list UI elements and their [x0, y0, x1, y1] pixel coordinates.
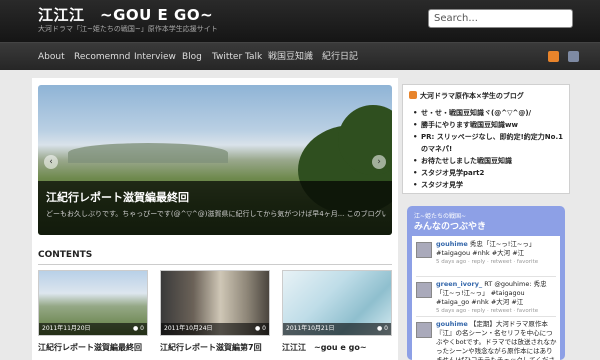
- post-card[interactable]: 2011年11月20日 ● 0 江紀行レポート滋賀編最終回: [38, 270, 148, 353]
- search-input[interactable]: Search...: [428, 9, 573, 28]
- slider-prev-button[interactable]: ‹: [44, 155, 58, 169]
- blog-post-link[interactable]: 勝手にやります戦国豆知識ww: [413, 119, 565, 131]
- featured-slider[interactable]: ‹ › 江紀行レポート滋賀編最終回 どーもお久しぶりです。ちゃっぴーです(@^▽…: [38, 85, 392, 235]
- tweet-feed: gouhime 秀忠「江~っ!江~っ」#taigagou #nhk #大河 #江…: [412, 236, 560, 360]
- blog-post-link[interactable]: PR: スリッページなし、即約定!約定力No.1のマネパ!: [413, 131, 565, 155]
- tweet: gouhime 秀忠「江~っ!江~っ」#taigagou #nhk #大河 #江…: [416, 240, 558, 265]
- post-thumbnail[interactable]: 2011年10月24日 ● 0: [160, 270, 270, 336]
- divider: [416, 316, 556, 317]
- blog-post-link[interactable]: お待たせしました戦国豆知識: [413, 155, 565, 167]
- post-title[interactable]: 江江江 ~gou e go~: [282, 342, 392, 353]
- main-nav: About Recomemnd Interview Blog Twitter T…: [0, 42, 600, 70]
- tweet-text: green_ivory_ RT @gouhime: 秀忠「江~っ!江~っ」 #t…: [436, 280, 547, 306]
- slide-title[interactable]: 江紀行レポート滋賀編最終回: [46, 189, 189, 205]
- widget-title[interactable]: 大河ドラマ原作本×学生のブログ: [409, 91, 524, 101]
- hill-shape: [68, 143, 228, 163]
- site-tagline: 大河ドラマ「江~姫たちの戦国~」原作本学生応援サイト: [38, 25, 218, 33]
- rss-icon: [409, 91, 417, 99]
- rss-icon[interactable]: [548, 51, 559, 62]
- contents-heading: CONTENTS: [38, 250, 93, 260]
- sidebar: 大河ドラマ原作本×学生のブログ せ・せ・戦国豆知識ヾ(@^▽^@)/ 勝手にやり…: [402, 78, 570, 360]
- nav-item-travel-diary[interactable]: 紀行日記: [322, 43, 358, 71]
- avatar[interactable]: [416, 322, 432, 338]
- avatar[interactable]: [416, 242, 432, 258]
- slider-caption: 江紀行レポート滋賀編最終回 どーもお久しぶりです。ちゃっぴーです(@^▽^@)滋…: [38, 181, 392, 235]
- post-meta-bar: 2011年10月24日 ● 0: [161, 323, 269, 335]
- tweet-username[interactable]: green_ivory_: [436, 280, 482, 288]
- nav-item-recommend[interactable]: Recomemnd: [74, 43, 130, 71]
- post-card[interactable]: 2011年10月21日 ● 0 江江江 ~gou e go~: [282, 270, 392, 353]
- comment-count: ● 0: [377, 325, 388, 332]
- slider-next-button[interactable]: ›: [372, 155, 386, 169]
- blog-post-link[interactable]: スタジオ見学part2: [413, 167, 565, 179]
- post-title[interactable]: 江紀行レポート滋賀編第7回: [160, 342, 270, 353]
- post-date: 2011年10月24日: [164, 325, 213, 332]
- post-thumbnail[interactable]: 2011年10月21日 ● 0: [282, 270, 392, 336]
- blog-post-link[interactable]: スタジオ見学: [413, 179, 565, 191]
- site-header: 江江江 ~GOU E GO~ 大河ドラマ「江~姫たちの戦国~」原作本学生応援サイ…: [0, 0, 600, 42]
- post-date: 2011年11月20日: [42, 325, 91, 332]
- comment-count: ● 0: [133, 325, 144, 332]
- nav-item-interview[interactable]: Interview: [134, 43, 176, 71]
- nav-item-sengoku-trivia[interactable]: 戦国豆知識: [268, 43, 313, 71]
- post-thumbnail[interactable]: 2011年11月20日 ● 0: [38, 270, 148, 336]
- tweet-username[interactable]: gouhime: [436, 240, 468, 248]
- post-meta-bar: 2011年11月20日 ● 0: [39, 323, 147, 335]
- social-share-icon[interactable]: [568, 51, 580, 62]
- site-title[interactable]: 江江江 ~GOU E GO~: [38, 4, 213, 25]
- twitter-widget-title: みんなのつぶやき: [414, 222, 487, 232]
- post-card[interactable]: 2011年10月24日 ● 0 江紀行レポート滋賀編第7回: [160, 270, 270, 353]
- post-title[interactable]: 江紀行レポート滋賀編最終回: [38, 342, 148, 353]
- nav-item-blog[interactable]: Blog: [182, 43, 202, 71]
- tweet: green_ivory_ RT @gouhime: 秀忠「江~っ!江~っ」 #t…: [416, 280, 558, 314]
- blog-post-link[interactable]: せ・せ・戦国豆知識ヾ(@^▽^@)/: [413, 107, 565, 119]
- blog-post-list: せ・せ・戦国豆知識ヾ(@^▽^@)/ 勝手にやります戦国豆知識ww PR: スリ…: [413, 107, 565, 191]
- main-content: ‹ › 江紀行レポート滋賀編最終回 どーもお久しぶりです。ちゃっぴーです(@^▽…: [32, 78, 398, 360]
- post-date: 2011年10月21日: [286, 325, 335, 332]
- nav-item-about[interactable]: About: [38, 43, 65, 71]
- nav-item-twitter-talk[interactable]: Twitter Talk: [212, 43, 262, 71]
- social-icons: [544, 51, 580, 70]
- divider: [416, 276, 556, 277]
- twitter-widget: 江~姫たちの戦国~ みんなのつぶやき gouhime 秀忠「江~っ!江~っ」#t…: [407, 206, 565, 360]
- blog-widget: 大河ドラマ原作本×学生のブログ せ・せ・戦国豆知識ヾ(@^▽^@)/ 勝手にやり…: [402, 84, 570, 194]
- tweet-text: gouhime 秀忠「江~っ!江~っ」#taigagou #nhk #大河 #江: [436, 240, 536, 257]
- tweet-actions[interactable]: 5 days ago · reply · retweet · favorite: [436, 308, 558, 314]
- tweet-text: gouhime 【定期】大河ドラマ原作本『江』の名シーン・名セリフを中心につぶや…: [436, 320, 557, 360]
- post-meta-bar: 2011年10月21日 ● 0: [283, 323, 391, 335]
- divider: [38, 264, 392, 265]
- tweet: gouhime 【定期】大河ドラマ原作本『江』の名シーン・名セリフを中心につぶや…: [416, 320, 558, 360]
- slide-excerpt: どーもお久しぶりです。ちゃっぴーです(@^▽^@)滋賀県に紀行してから気がつけば…: [46, 210, 386, 218]
- tweet-username[interactable]: gouhime: [436, 320, 468, 328]
- comment-count: ● 0: [255, 325, 266, 332]
- avatar[interactable]: [416, 282, 432, 298]
- tweet-actions[interactable]: 5 days ago · reply · retweet · favorite: [436, 259, 558, 265]
